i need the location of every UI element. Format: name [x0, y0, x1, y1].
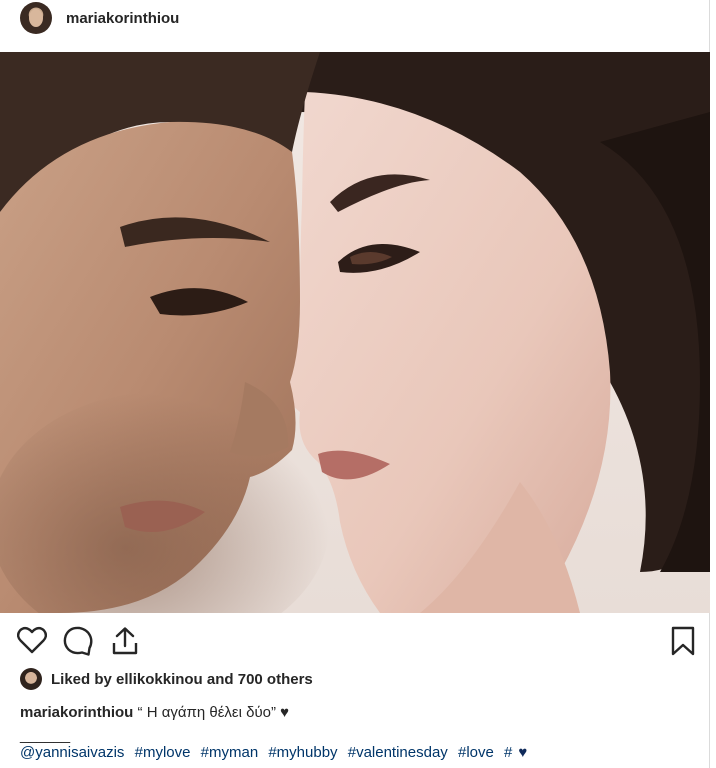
post-header: mariakorinthiou	[0, 0, 710, 52]
mention-link[interactable]: @yannisaivazis	[20, 744, 124, 761]
hashtag-link[interactable]: #valentinesday	[348, 744, 448, 761]
heart-outline-icon[interactable]	[16, 626, 48, 659]
comment-bubble-icon[interactable]	[63, 626, 93, 661]
hashtag-link[interactable]: #love	[458, 744, 494, 761]
caption-username[interactable]: mariakorinthiou	[20, 704, 133, 721]
post-username[interactable]: mariakorinthiou	[66, 10, 179, 27]
post-photo[interactable]	[0, 52, 710, 613]
action-bar	[0, 614, 710, 670]
caption-text: “ Η αγάπη θέλει δύο”	[133, 704, 281, 721]
avatar[interactable]	[20, 2, 52, 34]
likes-suffix[interactable]: and 700 others	[203, 671, 313, 688]
caption-separator: ______	[20, 727, 71, 744]
hashtag-link[interactable]: #myhubby	[268, 744, 337, 761]
liker-avatar[interactable]	[20, 668, 42, 690]
liker-username[interactable]: ellikokkinou	[116, 671, 203, 688]
share-upload-icon[interactable]	[111, 626, 139, 661]
blue-heart-icon: ♥	[518, 744, 528, 761]
likes-prefix: Liked by	[51, 670, 117, 688]
hashtag-link[interactable]: #myman	[201, 744, 259, 761]
caption-tags: @yannisaivazis #mylove #myman #myhubby #…	[20, 744, 533, 761]
likes-summary: Liked by ellikokkinou and 700 others	[20, 666, 313, 692]
tail-hash: #	[504, 744, 513, 761]
hashtag-link[interactable]: #mylove	[135, 744, 191, 761]
post-card: mariakorinthiou Liked by ellikokkinou an…	[0, 0, 710, 768]
hashtag-link[interactable]: # ♥	[504, 744, 533, 761]
caption-heart: ♥	[280, 704, 290, 721]
couple-portrait-image	[0, 52, 710, 613]
bookmark-icon[interactable]	[670, 626, 696, 661]
post-caption: mariakorinthiou “ Η αγάπη θέλει δύο” ♥	[20, 704, 289, 721]
